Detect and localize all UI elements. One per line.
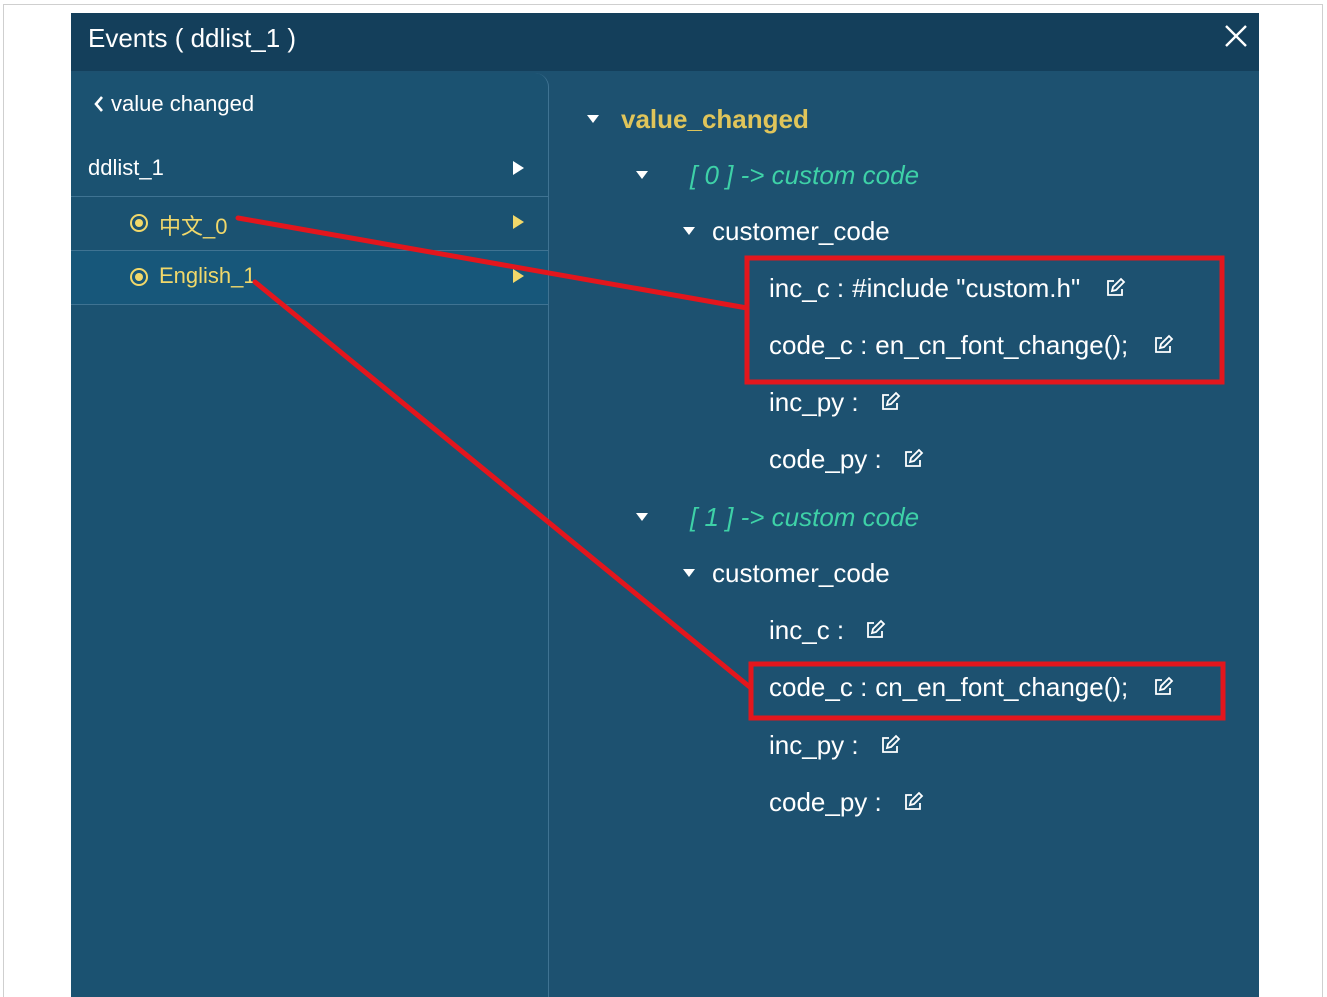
close-icon[interactable] [1221, 21, 1251, 51]
dialog-titlebar: Events ( ddlist_1 ) [71, 13, 1259, 71]
edit-icon[interactable] [1152, 334, 1174, 356]
field-label: inc_c : [769, 272, 845, 303]
caret-down-icon [587, 115, 599, 123]
edit-icon[interactable] [1104, 277, 1126, 299]
field-row: code_c : cn_en_font_change(); [769, 669, 1174, 705]
list-item-label: ddlist_1 [88, 155, 164, 180]
action-header: [ 1 ] -> custom code [690, 501, 920, 532]
field-label: inc_py : [769, 729, 859, 760]
option-label: 中文_0 [159, 214, 228, 239]
list-item-option-0[interactable]: 中文_0 [71, 197, 548, 251]
list-item-ddlist[interactable]: ddlist_1 [71, 143, 548, 197]
tree-node-action-0[interactable]: [ 0 ] -> custom code [636, 157, 919, 193]
dialog-title: Events ( ddlist_1 ) [88, 23, 297, 53]
edit-icon[interactable] [879, 734, 901, 756]
field-row: inc_c : #include "custom.h" [769, 270, 1126, 306]
radio-icon [130, 268, 148, 286]
field-label: code_py : [769, 786, 882, 817]
tree-node-event[interactable]: value_changed [587, 101, 809, 137]
option-label: English_1 [159, 263, 256, 288]
field-row: inc_c : [769, 612, 886, 648]
field-row: code_py : [769, 784, 924, 820]
event-label: value_changed [621, 103, 809, 134]
back-button[interactable]: value changed [93, 89, 254, 119]
back-label: value changed [111, 91, 255, 116]
edit-icon[interactable] [864, 619, 886, 641]
list-item-option-1[interactable]: English_1 [71, 251, 548, 305]
field-row: code_c : en_cn_font_change(); [769, 327, 1174, 363]
events-dialog: Events ( ddlist_1 ) value changed ddlist… [71, 13, 1259, 997]
edit-icon[interactable] [902, 448, 924, 470]
field-row: code_py : [769, 441, 924, 477]
tree-node-action-1[interactable]: [ 1 ] -> custom code [636, 499, 919, 535]
expand-arrow-icon [513, 215, 524, 229]
chevron-left-icon [94, 96, 103, 112]
field-label: code_c : [769, 671, 868, 702]
radio-icon [130, 214, 148, 232]
edit-icon[interactable] [902, 791, 924, 813]
edit-icon[interactable] [1152, 676, 1174, 698]
field-row: inc_py : [769, 727, 901, 763]
caret-down-icon [636, 171, 648, 179]
caret-down-icon [683, 227, 695, 235]
edit-icon[interactable] [879, 391, 901, 413]
field-value: #include "custom.h" [852, 272, 1081, 303]
node-label: customer_code [712, 557, 890, 588]
expand-arrow-icon [513, 161, 524, 175]
node-label: customer_code [712, 215, 890, 246]
caret-down-icon [683, 569, 695, 577]
field-label: code_c : [769, 329, 868, 360]
tree-node-customer-code[interactable]: customer_code [683, 555, 890, 591]
tree-node-customer-code[interactable]: customer_code [683, 213, 890, 249]
field-value: en_cn_font_change(); [875, 329, 1129, 360]
field-label: inc_py : [769, 386, 859, 417]
field-label: inc_c : [769, 614, 845, 645]
field-row: inc_py : [769, 384, 901, 420]
widget-list-panel: value changed ddlist_1 中文_0 English_1 [71, 73, 549, 997]
caret-down-icon [636, 513, 648, 521]
event-tree-panel: value_changed [ 0 ] -> custom code custo… [551, 73, 1259, 997]
expand-arrow-icon [513, 269, 524, 283]
field-label: code_py : [769, 443, 882, 474]
action-header: [ 0 ] -> custom code [690, 159, 920, 190]
field-value: cn_en_font_change(); [875, 671, 1129, 702]
